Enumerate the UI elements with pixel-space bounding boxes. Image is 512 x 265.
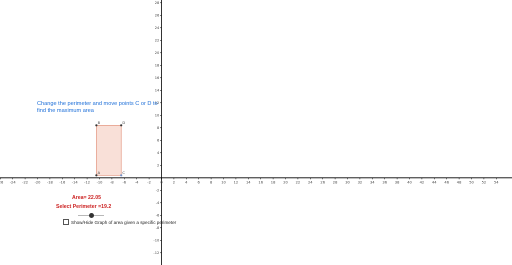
y-tick-label: 14 (155, 89, 160, 93)
y-tick-label: -12 (153, 251, 159, 255)
point-label: B (98, 121, 101, 125)
x-tick-label: 32 (358, 180, 363, 184)
x-tick-label: 50 (469, 180, 474, 184)
x-tick-label: -6 (123, 180, 127, 184)
y-tick-label: 28 (155, 1, 160, 5)
y-axis-tick-labels: 282624222018161412108642-2-4-6-8-10-12 (153, 1, 162, 255)
x-tick-label: 40 (407, 180, 412, 184)
x-tick-label: 4 (185, 180, 188, 184)
x-tick-label: 30 (345, 180, 350, 184)
perimeter-readout: Select Perimeter =19.2 (56, 204, 112, 210)
y-tick-label: -10 (153, 239, 160, 243)
rectangle-shape[interactable] (96, 125, 122, 176)
x-tick-label: -2 (147, 180, 151, 184)
geogebra-applet: -26-24-22-20-18-16-14-12-10-8-6-4-202468… (0, 0, 512, 265)
x-tick-label: 26 (320, 180, 325, 184)
x-tick-label: 34 (370, 180, 375, 184)
y-tick-label: 6 (157, 139, 160, 143)
instruction-text: Change the perimeter and move points C o… (37, 101, 158, 115)
y-tick-label: -8 (156, 226, 160, 230)
y-tick-label: 4 (157, 151, 160, 155)
x-tick-label: -22 (22, 180, 28, 184)
x-tick-label: 44 (432, 180, 437, 184)
x-tick-label: 8 (210, 180, 213, 184)
rectangle-area (96, 125, 122, 176)
y-tick-label: 24 (155, 26, 160, 30)
x-tick-label: 52 (482, 180, 487, 184)
x-tick-label: -4 (135, 180, 139, 184)
point-label: D (122, 121, 125, 125)
y-tick-label: 16 (155, 76, 160, 80)
point-label: C (122, 171, 125, 175)
x-tick-label: 38 (395, 180, 400, 184)
y-tick-label: -4 (156, 201, 160, 205)
x-tick-label: 14 (246, 180, 251, 184)
x-tick-label: -20 (35, 180, 42, 184)
y-tick-label: -6 (156, 214, 160, 218)
y-tick-label: 20 (155, 51, 160, 55)
x-tick-label: -10 (97, 180, 104, 184)
graph-toggle-row[interactable]: Show/Hide Graph of area given a specific… (63, 219, 176, 225)
x-tick-label: 48 (457, 180, 462, 184)
y-tick-label: 2 (157, 164, 159, 168)
x-tick-label: 54 (494, 180, 499, 184)
x-tick-label: -12 (84, 180, 90, 184)
area-readout: Area= 22.05 (72, 195, 101, 201)
y-tick-label: -2 (156, 189, 160, 193)
x-tick-label: -18 (47, 180, 54, 184)
graph-toggle-checkbox[interactable] (63, 219, 69, 225)
x-tick-label: -14 (72, 180, 79, 184)
x-tick-label: -26 (0, 180, 4, 184)
x-tick-label: 22 (296, 180, 301, 184)
slider-handle[interactable] (89, 212, 94, 218)
x-tick-label: -16 (59, 180, 66, 184)
coordinate-graph[interactable]: -26-24-22-20-18-16-14-12-10-8-6-4-202468… (0, 0, 512, 265)
x-tick-label: 2 (173, 180, 175, 184)
y-tick-label: 26 (155, 14, 160, 18)
graph-toggle-label: Show/Hide Graph of area given a specific… (71, 219, 177, 225)
x-tick-label: 0 (160, 180, 163, 184)
x-tick-label: 46 (444, 180, 449, 184)
y-tick-label: 8 (157, 126, 160, 130)
y-tick-label: 18 (155, 64, 160, 68)
x-tick-label: 6 (198, 180, 201, 184)
x-tick-label: 12 (234, 180, 239, 184)
x-tick-label: 28 (333, 180, 338, 184)
x-axis-tick-labels: -26-24-22-20-18-16-14-12-10-8-6-4-202468… (0, 177, 499, 184)
perimeter-slider[interactable] (78, 212, 104, 218)
x-tick-label: 10 (221, 180, 226, 184)
x-tick-label: 16 (258, 180, 263, 184)
x-tick-label: 42 (420, 180, 425, 184)
x-tick-label: 20 (283, 180, 288, 184)
x-tick-label: 24 (308, 180, 313, 184)
x-tick-label: -24 (10, 180, 17, 184)
x-tick-label: 36 (382, 180, 387, 184)
x-tick-label: -8 (110, 180, 114, 184)
x-tick-label: 18 (271, 180, 276, 184)
y-tick-label: 22 (155, 39, 160, 43)
